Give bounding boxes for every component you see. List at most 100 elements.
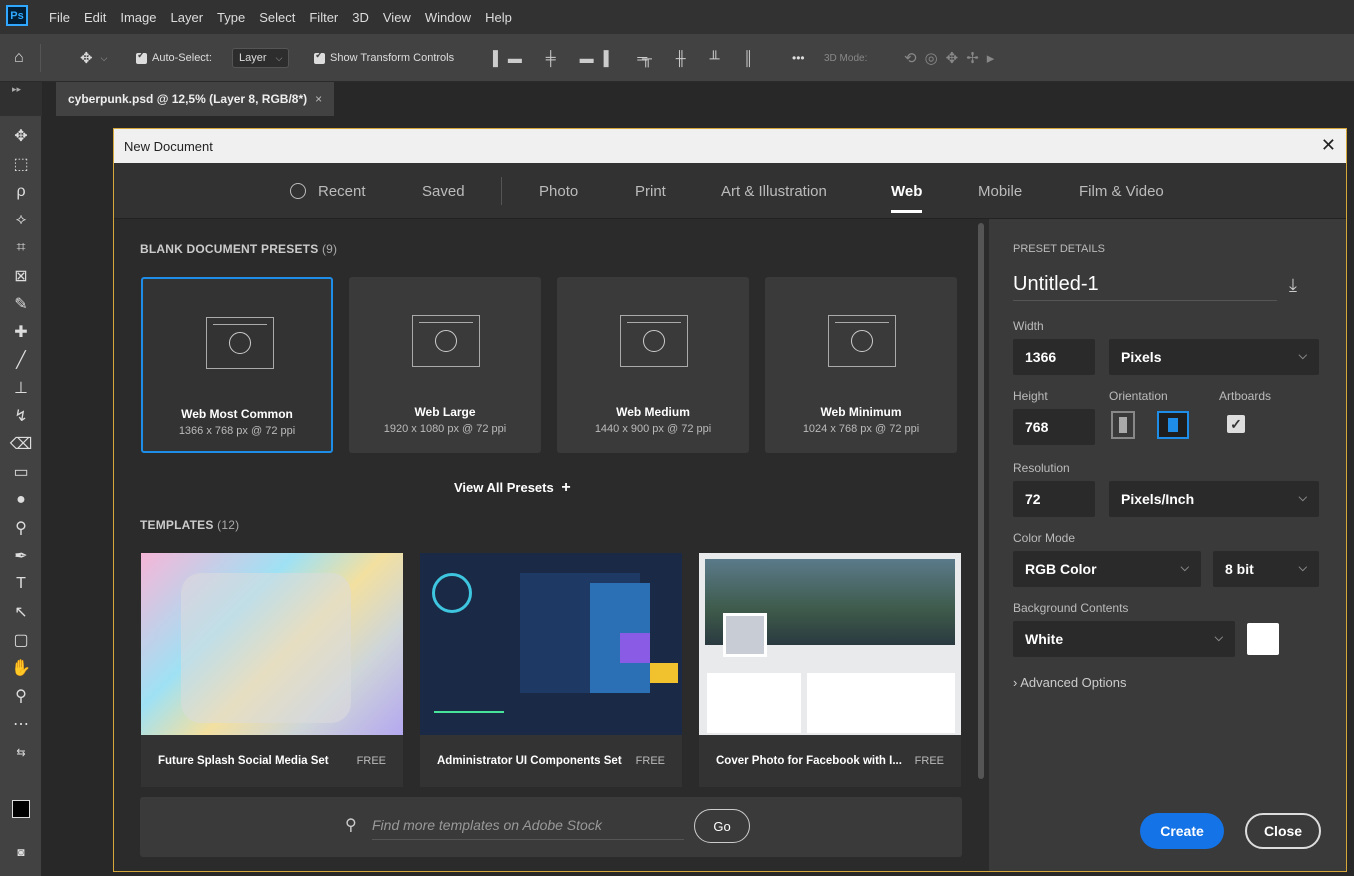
- preset-desc: 1920 x 1080 px @ 72 ppi: [383, 423, 507, 435]
- align-icons[interactable]: ▐▬ ╪ ▬▌ ═: [488, 34, 657, 82]
- type-tool-icon[interactable]: T: [8, 572, 34, 596]
- background-color-swatch[interactable]: [1247, 623, 1279, 655]
- menu-filter[interactable]: Filter: [302, 10, 345, 25]
- zoom-tool-icon[interactable]: ⚲: [8, 684, 34, 708]
- bit-depth-value: 8 bit: [1225, 561, 1254, 577]
- tab-mobile[interactable]: Mobile: [978, 163, 1022, 219]
- tab-recent-label: Recent: [318, 182, 366, 200]
- gradient-tool-icon[interactable]: ▭: [8, 460, 34, 484]
- eyedropper-tool-icon[interactable]: ✎: [8, 292, 34, 316]
- menu-edit[interactable]: Edit: [77, 10, 113, 25]
- auto-select-checkbox[interactable]: Auto-Select:: [136, 34, 212, 82]
- portrait-orientation-icon[interactable]: [1111, 411, 1135, 439]
- advanced-options-toggle[interactable]: › Advanced Options: [1013, 675, 1126, 690]
- preset-details-title: PRESET DETAILS: [1013, 243, 1105, 255]
- tab-print[interactable]: Print: [635, 163, 666, 219]
- menu-help[interactable]: Help: [478, 10, 519, 25]
- preset-card[interactable]: Web Large 1920 x 1080 px @ 72 ppi: [349, 277, 541, 453]
- presets-scrollbar[interactable]: [978, 223, 984, 779]
- tab-art-illustration[interactable]: Art & Illustration: [721, 163, 827, 219]
- width-input[interactable]: 1366: [1013, 339, 1095, 375]
- menu-image[interactable]: Image: [113, 10, 163, 25]
- blank-presets-title: BLANK DOCUMENT PRESETS: [140, 242, 319, 256]
- background-contents-select[interactable]: White ⌵: [1013, 621, 1235, 657]
- dodge-tool-icon[interactable]: ⚲: [8, 516, 34, 540]
- landscape-orientation-icon[interactable]: [1157, 411, 1189, 439]
- 3d-mode-label: 3D Mode:: [824, 52, 868, 64]
- template-card[interactable]: Future Splash Social Media Set FREE: [141, 553, 403, 787]
- close-tab-icon[interactable]: ×: [315, 92, 322, 106]
- quick-mask-icon[interactable]: ◙: [8, 840, 34, 864]
- height-input[interactable]: 768: [1013, 409, 1095, 445]
- menu-3d[interactable]: 3D: [345, 10, 376, 25]
- go-button[interactable]: Go: [694, 809, 750, 843]
- layer-dropdown[interactable]: Layer ⌵: [232, 34, 290, 82]
- swap-colors-icon[interactable]: ⇆: [8, 740, 34, 764]
- tab-recent[interactable]: Recent: [290, 163, 366, 219]
- dialog-close-icon[interactable]: ✕: [1321, 135, 1336, 156]
- healing-tool-icon[interactable]: ✚: [8, 320, 34, 344]
- history-brush-icon[interactable]: ↯: [8, 404, 34, 428]
- menu-type[interactable]: Type: [210, 10, 252, 25]
- category-tabs: Recent Saved Photo Print Art & Illustrat…: [114, 163, 1346, 219]
- shape-tool-icon[interactable]: ▢: [8, 628, 34, 652]
- stock-search-input[interactable]: Find more templates on Adobe Stock: [372, 817, 684, 840]
- view-all-presets-link[interactable]: View All Presets +: [454, 479, 571, 497]
- tab-photo[interactable]: Photo: [539, 163, 578, 219]
- artboards-checkbox[interactable]: ✓: [1227, 415, 1245, 433]
- distribute-icons[interactable]: ╥ ╫ ╨ ║: [642, 34, 763, 82]
- web-document-icon: [206, 317, 274, 369]
- preset-card[interactable]: Web Minimum 1024 x 768 px @ 72 ppi: [765, 277, 957, 453]
- document-tab[interactable]: cyberpunk.psd @ 12,5% (Layer 8, RGB/8*) …: [56, 82, 335, 116]
- tab-film-video[interactable]: Film & Video: [1079, 163, 1164, 219]
- home-icon[interactable]: ⌂: [14, 34, 24, 82]
- show-transform-checkbox[interactable]: Show Transform Controls: [314, 34, 454, 82]
- more-tools-icon[interactable]: ⋯: [8, 712, 34, 736]
- frame-tool-icon[interactable]: ⊠: [8, 264, 34, 288]
- preset-card[interactable]: Web Most Common 1366 x 768 px @ 72 ppi: [141, 277, 333, 453]
- resolution-unit-select[interactable]: Pixels/Inch ⌵: [1109, 481, 1319, 517]
- lasso-tool-icon[interactable]: ρ: [8, 180, 34, 204]
- resolution-input[interactable]: 72: [1013, 481, 1095, 517]
- bit-depth-select[interactable]: 8 bit ⌵: [1213, 551, 1319, 587]
- blur-tool-icon[interactable]: ●: [8, 488, 34, 512]
- move-tool-icon[interactable]: ✥: [8, 124, 34, 148]
- path-select-tool-icon[interactable]: ↖: [8, 600, 34, 624]
- width-unit-select[interactable]: Pixels ⌵: [1109, 339, 1319, 375]
- template-card[interactable]: Administrator UI Components Set FREE: [420, 553, 682, 787]
- brush-tool-icon[interactable]: ╱: [8, 348, 34, 372]
- hand-tool-icon[interactable]: ✋: [8, 656, 34, 680]
- more-options-button[interactable]: •••: [792, 34, 805, 82]
- quick-select-tool-icon[interactable]: ⟡: [8, 208, 34, 232]
- preset-name: Web Large: [414, 405, 476, 419]
- color-mode-select[interactable]: RGB Color ⌵: [1013, 551, 1201, 587]
- menu-file[interactable]: File: [42, 10, 77, 25]
- checkbox-icon: [136, 50, 147, 64]
- document-name-input[interactable]: Untitled-1: [1013, 273, 1277, 301]
- create-button[interactable]: Create: [1140, 813, 1224, 849]
- crop-tool-icon[interactable]: ⌗: [8, 236, 34, 260]
- marquee-tool-icon[interactable]: ⬚: [8, 152, 34, 176]
- templates-count: (12): [217, 518, 240, 532]
- preset-card[interactable]: Web Medium 1440 x 900 px @ 72 ppi: [557, 277, 749, 453]
- tab-saved[interactable]: Saved: [422, 163, 465, 219]
- menu-layer[interactable]: Layer: [164, 10, 211, 25]
- 3d-mode-icons[interactable]: ⟲◎✥✢▸: [904, 34, 1002, 82]
- save-preset-icon[interactable]: ⤓: [1289, 275, 1297, 296]
- menu-window[interactable]: Window: [418, 10, 478, 25]
- template-card[interactable]: Cover Photo for Facebook with I... FREE: [699, 553, 961, 787]
- pen-tool-icon[interactable]: ✒: [8, 544, 34, 568]
- stamp-tool-icon[interactable]: ⊥: [8, 376, 34, 400]
- resolution-unit-value: Pixels/Inch: [1121, 491, 1195, 507]
- orientation-label: Orientation: [1109, 389, 1168, 403]
- template-name: Future Splash Social Media Set: [158, 755, 329, 767]
- close-button[interactable]: Close: [1245, 813, 1321, 849]
- height-label: Height: [1013, 389, 1048, 403]
- eraser-tool-icon[interactable]: ⌫: [8, 432, 34, 456]
- move-tool-icon[interactable]: ✥ ⌵: [80, 34, 107, 82]
- tab-web[interactable]: Web: [891, 163, 923, 219]
- artboards-label: Artboards: [1219, 389, 1272, 403]
- menu-select[interactable]: Select: [252, 10, 302, 25]
- foreground-color-swatch[interactable]: [12, 800, 30, 818]
- menu-view[interactable]: View: [376, 10, 418, 25]
